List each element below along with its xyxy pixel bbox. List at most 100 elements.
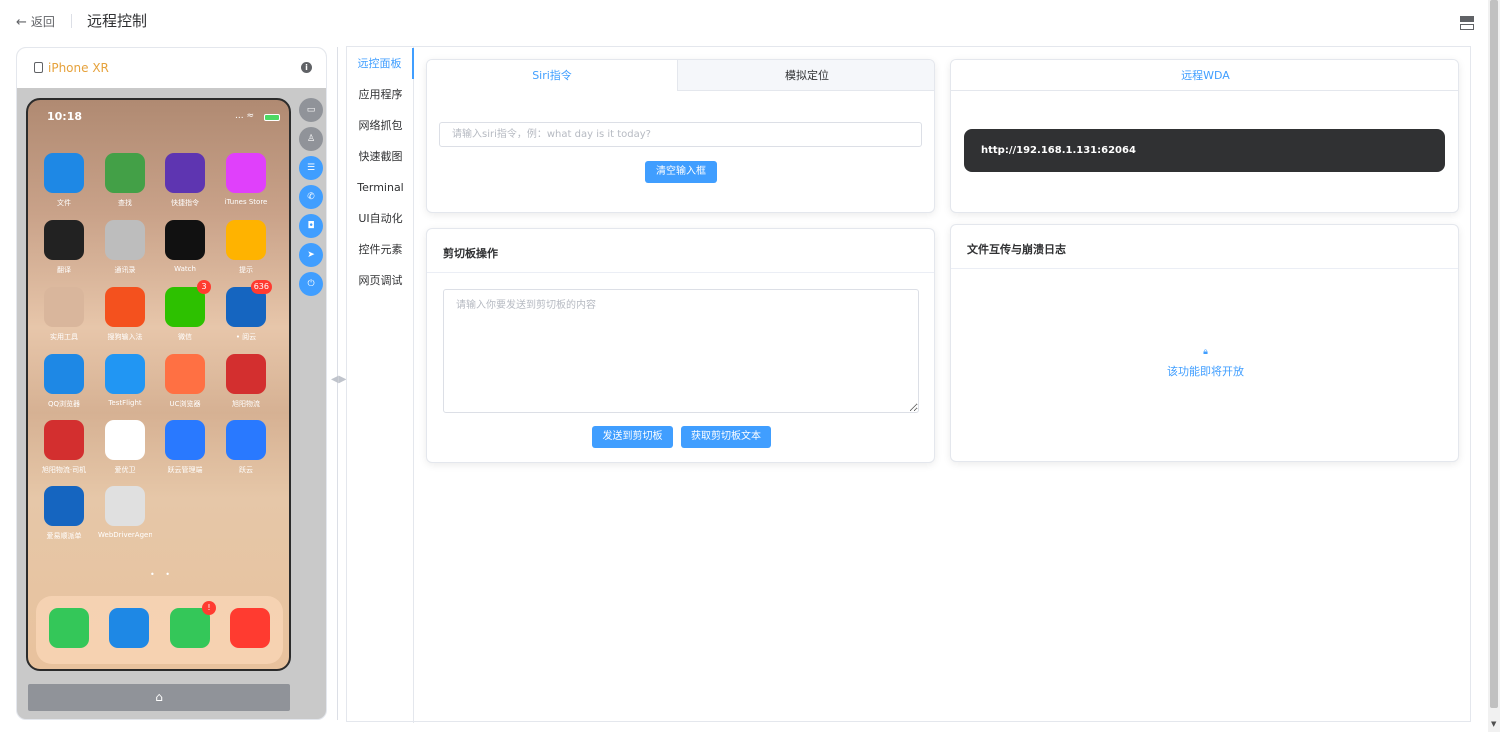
app-item[interactable]: 文件 [37,153,91,208]
wda-card: 远程WDA http://192.168.1.131:62064 [950,59,1459,213]
shortcuts-icon [165,153,205,193]
qq-browser-icon [44,354,84,394]
app-label: QQ浏览器 [47,400,81,408]
send-to-clipboard-button[interactable]: 发送到剪切板 [592,426,673,448]
scroll-down-icon[interactable]: ▼ [1491,720,1496,728]
clipboard-title: 剪切板操作 [443,247,498,260]
tab-4[interactable]: Terminal [347,172,414,203]
device-screen[interactable]: 10:18 ... ≈ • • ! 文件 查找 快捷指令 iTunes Store 翻译… [26,98,291,671]
tab-1[interactable]: 应用程序 [347,79,414,110]
app-item[interactable]: 旭阳物流·司机 [37,420,91,475]
app-label: WebDriverAgen... [98,531,152,539]
app-label: 跃云管理端 [167,466,203,474]
tab-6[interactable]: 控件元素 [347,234,414,265]
card-divider [427,272,934,273]
app-label: 实用工具 [50,333,78,341]
layout-toggle-icon[interactable] [1460,16,1474,30]
vertical-tabs: 远控面板 应用程序 网络抓包 快速截图 Terminal UI自动化 控件元素 网页调试 [347,47,414,723]
app-item[interactable]: 翻译 [37,220,91,275]
app-label: 旭阳物流 [232,400,260,408]
tab-location[interactable]: 模拟定位 [677,60,934,91]
app-item[interactable]: QQ浏览器 [37,354,91,409]
messages-icon[interactable]: ! [170,601,216,648]
xuyang-icon [226,354,266,394]
app-item[interactable]: 3 微信 [158,280,212,342]
app-item[interactable]: 636 • 阅云 [219,280,273,342]
aiyishun-icon [44,486,84,526]
battery-icon [264,114,280,121]
app-label: 微信 [178,333,192,341]
back-button[interactable]: ← 返回 [16,13,55,30]
tab-3[interactable]: 快速截图 [347,141,414,172]
phone-call-icon[interactable]: ✆ [299,185,323,209]
music-icon[interactable] [230,608,270,648]
app-label: 提示 [239,266,253,274]
uc-browser-icon [165,354,205,394]
watch-icon [165,220,205,260]
record-icon[interactable]: ▭ [299,98,323,122]
tab-7[interactable]: 网页调试 [347,265,414,296]
file-transfer-card: 文件互传与崩溃日志 🔒︎ 该功能即将开放 [950,224,1459,462]
settings-icon[interactable]: ☰ [299,156,323,180]
app-label: TestFlight [108,399,142,407]
app-label: 翻译 [57,266,71,274]
tab-2[interactable]: 网络抓包 [347,110,414,141]
app-item[interactable]: 爱易顺派单 [37,486,91,541]
phone-device-icon [34,62,43,73]
app-label: 通讯录 [114,266,136,274]
app-item[interactable]: 实用工具 [37,287,91,342]
app-label: 搜狗输入法 [107,333,143,341]
app-item[interactable]: iTunes Store [219,153,273,206]
app-label: UC浏览器 [169,400,201,408]
card-divider [951,268,1458,269]
app-item[interactable]: 爱优卫 [98,420,152,475]
yueyun-app-icon [226,420,266,460]
app-label: 查找 [118,199,132,207]
drag-handle-icon[interactable]: ◀▶ [331,374,346,385]
coming-soon-notice: 该功能即将开放 [1167,365,1244,378]
app-item[interactable]: TestFlight [98,354,152,407]
app-item[interactable]: 旭阳物流 [219,354,273,409]
app-item[interactable]: 跃云管理端 [158,420,212,475]
signal-wifi-icon: ... ≈ [235,111,254,121]
scrollbar-thumb[interactable] [1490,0,1498,708]
camera-icon[interactable]: ◘ [299,214,323,238]
notification-badge: ! [202,601,216,615]
power-icon[interactable]: ⏻ [299,272,323,296]
app-item[interactable]: Watch [158,220,212,273]
location-icon[interactable]: ➤ [299,243,323,267]
findmy-icon [105,153,145,193]
app-item[interactable]: UC浏览器 [158,354,212,409]
folder-group-icon [44,287,84,327]
tab-remote-wda[interactable]: 远程WDA [951,60,1458,91]
tab-5[interactable]: UI自动化 [347,203,414,234]
app-item[interactable]: 搜狗输入法 [98,287,152,342]
phone-icon[interactable] [49,608,89,648]
app-item[interactable]: 查找 [98,153,152,208]
app-label: 爱易顺派单 [46,532,82,540]
device-name: iPhone XR [48,61,109,75]
arrow-left-icon: ← [16,15,27,30]
app-item[interactable]: 通讯录 [98,220,152,275]
device-panel: iPhone XR i 10:18 ... ≈ • • ! 文件 查找 快捷指令 iT… [16,47,327,720]
xuyang-driver-icon [44,420,84,460]
tab-0[interactable]: 远控面板 [347,48,414,79]
tab-siri[interactable]: Siri指令 [427,60,677,92]
app-label: 快捷指令 [171,199,199,207]
siri-input[interactable] [439,122,922,147]
page-dots: • • [150,570,174,579]
home-button[interactable]: ⌂ [28,684,290,711]
app-item[interactable]: 提示 [219,220,273,275]
app-item[interactable]: WebDriverAgen... [98,486,152,539]
clear-input-button[interactable]: 清空输入框 [645,161,717,183]
person-icon[interactable]: ♙ [299,127,323,151]
app-item[interactable]: 快捷指令 [158,153,212,208]
testflight-icon [105,354,145,394]
page-scrollbar[interactable]: ▼ [1488,0,1500,732]
auv-icon [105,420,145,460]
app-item[interactable]: 跃云 [219,420,273,475]
safari-icon[interactable] [109,608,149,648]
info-icon[interactable]: i [301,62,312,73]
clipboard-textarea[interactable] [443,289,919,413]
get-clipboard-button[interactable]: 获取剪切板文本 [681,426,771,448]
